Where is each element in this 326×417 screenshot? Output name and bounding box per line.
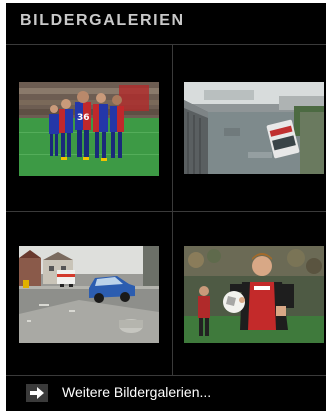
gallery-item-3[interactable]: [6, 212, 172, 375]
gallery-item-4[interactable]: [173, 212, 326, 375]
gallery-grid: 36: [6, 45, 326, 375]
flood-river-bus-photo: [184, 82, 324, 174]
football-team-celebration-photo: 36: [19, 82, 159, 176]
more-galleries-link[interactable]: Weitere Bildergalerien...: [6, 375, 326, 411]
widget-title: BILDERGALERIEN: [20, 12, 185, 29]
arrow-right-icon: [26, 384, 48, 402]
more-galleries-label: Weitere Bildergalerien...: [62, 384, 212, 400]
gallery-item-2[interactable]: [173, 45, 326, 211]
football-player-portrait-photo: [184, 246, 324, 343]
widget-header: BILDERGALERIEN: [6, 3, 326, 45]
svg-text:36: 36: [77, 113, 90, 123]
car-accident-street-photo: [19, 246, 159, 343]
gallery-widget: BILDERGALERIEN 36 Weitere Bildergalerien…: [6, 3, 326, 411]
gallery-item-1[interactable]: 36: [6, 45, 172, 211]
